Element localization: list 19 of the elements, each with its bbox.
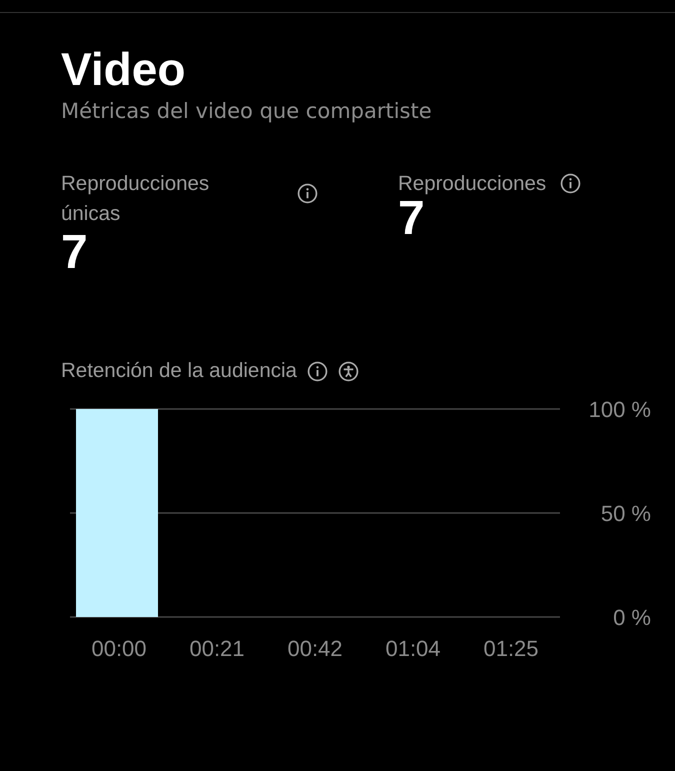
metric-label: Reproducciones: [398, 171, 546, 197]
y-axis-label: 50 %: [600, 501, 651, 526]
metric-label: Reproducciones únicas: [61, 171, 210, 227]
chart-title: Retención de la audiencia: [61, 359, 297, 383]
metric-value: 7: [398, 195, 425, 243]
page-title: Video: [61, 42, 186, 97]
page-subtitle: Métricas del video que compartiste: [61, 99, 433, 123]
x-axis-label: 00:42: [287, 636, 343, 661]
info-icon[interactable]: [297, 183, 318, 204]
y-axis-label: 100 %: [588, 397, 651, 422]
x-axis-label: 01:25: [483, 636, 539, 661]
accessibility-icon[interactable]: [338, 360, 359, 382]
metric-value: 7: [61, 229, 89, 277]
x-axis-label: 00:21: [189, 636, 245, 661]
x-axis-label: 01:04: [385, 636, 441, 661]
info-icon[interactable]: [560, 173, 582, 194]
y-axis-label: 0 %: [613, 605, 651, 630]
info-icon[interactable]: [306, 360, 328, 382]
x-axis-label: 00:00: [91, 636, 147, 661]
